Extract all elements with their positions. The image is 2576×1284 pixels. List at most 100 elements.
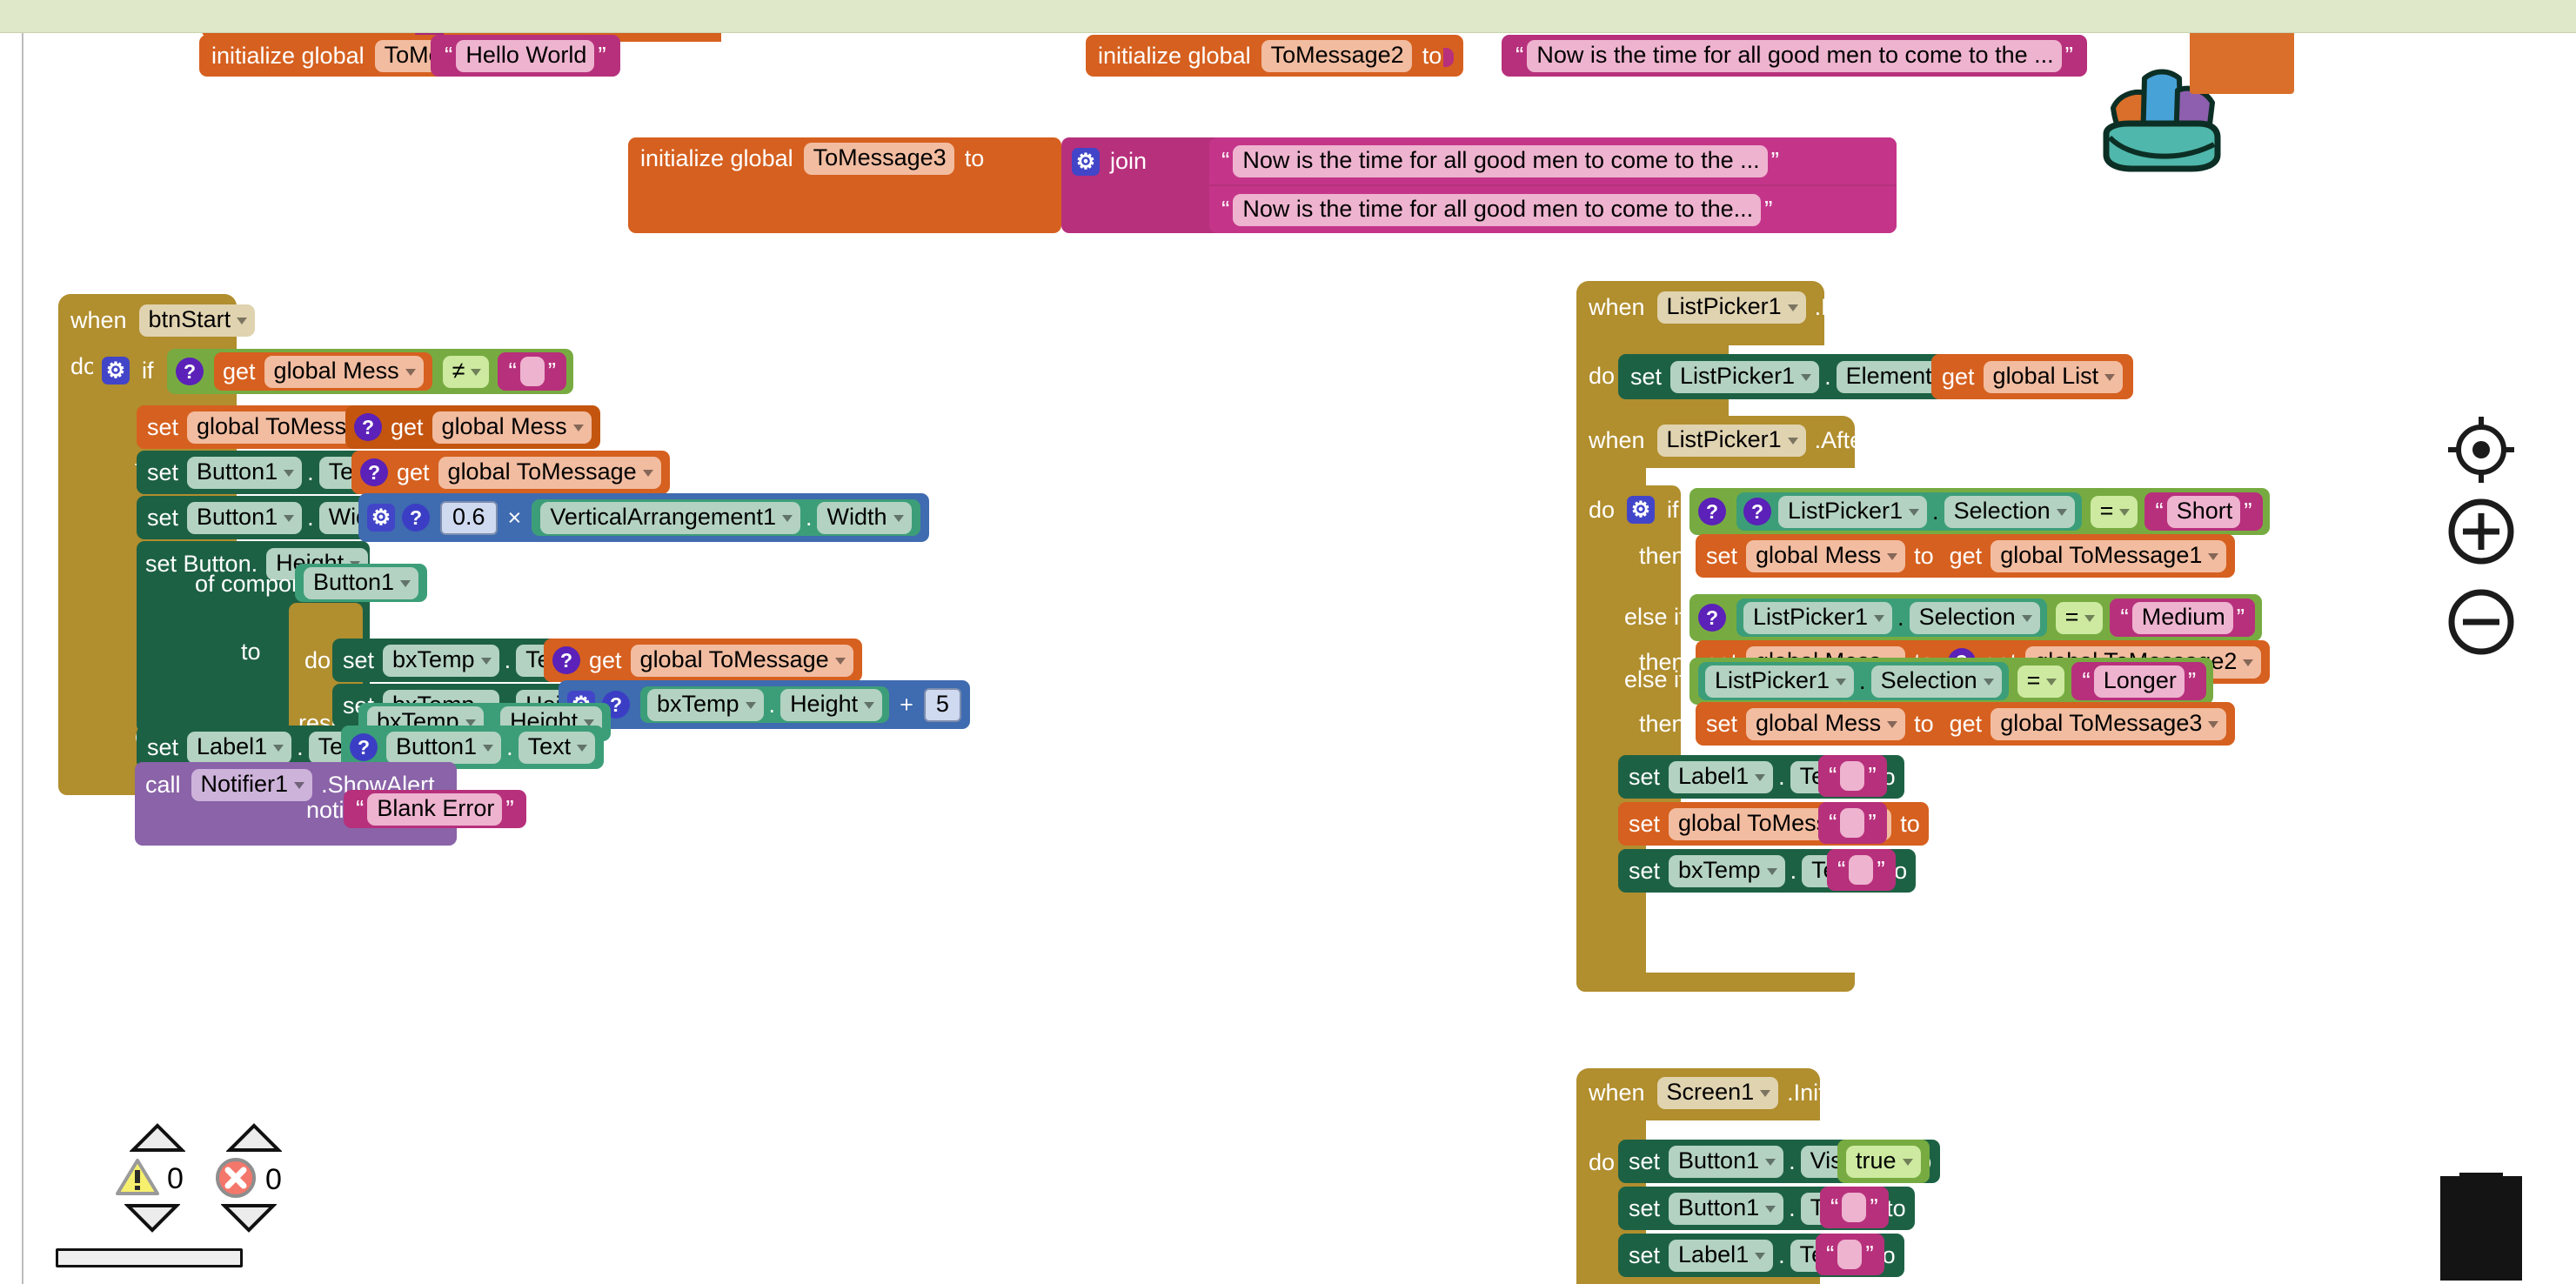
- tail-empty-text-1[interactable]: “ ”: [1818, 755, 1887, 797]
- scroll-down-arrow-icon[interactable]: [124, 1202, 180, 1235]
- boolean-true-block[interactable]: true: [1837, 1140, 1930, 1183]
- blocks-workspace-canvas[interactable]: initialize global ToMessage1 to “ Hello …: [22, 33, 2576, 1284]
- variable-dropdown[interactable]: global ToMessage: [631, 645, 853, 677]
- component-getter-block[interactable]: bxTemp . Height: [640, 686, 889, 723]
- global-name-field[interactable]: ToMessage3: [804, 143, 954, 175]
- text-value-field[interactable]: Blank Error: [367, 793, 502, 826]
- text-value-field[interactable]: [520, 357, 545, 386]
- help-icon[interactable]: ?: [360, 458, 388, 486]
- component-dropdown[interactable]: btnStart: [139, 304, 256, 337]
- text-value-field[interactable]: Short: [2167, 496, 2241, 528]
- component-dropdown[interactable]: ListPicker1: [1670, 361, 1819, 393]
- text-value-field[interactable]: Now is the time for all good men to come…: [1527, 40, 2061, 72]
- text-value-field[interactable]: Longer: [2094, 665, 2185, 698]
- if-mutator-gear-icon[interactable]: [1627, 496, 1655, 524]
- empty-text-block[interactable]: “ ”: [498, 352, 566, 391]
- text-value-field[interactable]: [1849, 855, 1873, 885]
- component-dropdown[interactable]: Button1: [1669, 1146, 1783, 1178]
- text-value-field[interactable]: [1837, 1240, 1862, 1269]
- variable-dropdown[interactable]: global Mess: [1746, 540, 1905, 572]
- init-global-tomessage1-block[interactable]: initialize global ToMessage1 to “ Hello …: [199, 35, 577, 77]
- help-icon[interactable]: ?: [402, 504, 430, 532]
- component-dropdown[interactable]: Button1: [187, 457, 302, 489]
- variable-dropdown[interactable]: global Mess: [264, 356, 424, 388]
- scroll-up-arrow-icon[interactable]: [130, 1120, 185, 1154]
- help-icon[interactable]: ?: [176, 358, 204, 385]
- trash-can-icon[interactable]: [2425, 1173, 2538, 1284]
- condition-branch-1[interactable]: ? ? ListPicker1 . Selection = “ Short ”: [1689, 488, 2270, 535]
- variable-dropdown[interactable]: global ToMessage3: [1991, 708, 2226, 740]
- compare-text-block[interactable]: “ Longer ”: [2071, 662, 2206, 700]
- property-dropdown[interactable]: Text: [519, 732, 596, 764]
- help-icon[interactable]: ?: [1743, 498, 1771, 525]
- number-field[interactable]: 0.6: [440, 501, 498, 535]
- component-dropdown[interactable]: Notifier1: [191, 769, 313, 801]
- compare-text-block[interactable]: “ Medium ”: [2110, 599, 2255, 637]
- tail-empty-text-3[interactable]: “ ”: [1827, 849, 1896, 891]
- variable-dropdown[interactable]: global ToMessage1: [1991, 540, 2226, 572]
- init-global-tomessage2-block[interactable]: initialize global ToMessage2 to “ Now is…: [1086, 35, 1463, 77]
- horizontal-scrollbar[interactable]: [56, 1248, 243, 1267]
- then-set-global-mess-3[interactable]: set global Mess to get global ToMessage3: [1696, 702, 2235, 746]
- help-icon[interactable]: ?: [552, 646, 580, 674]
- operator-dropdown[interactable]: =: [2017, 665, 2065, 698]
- init-global-tomessage3-block[interactable]: initialize global ToMessage3 to join “ N…: [628, 137, 1061, 233]
- text-value-field[interactable]: [1842, 1193, 1866, 1222]
- scroll-up-arrow-icon[interactable]: [226, 1120, 282, 1154]
- when-screen1-initialize-block[interactable]: when Screen1 .Initialize do set Button1 …: [1576, 1068, 1820, 1120]
- scroll-down-arrow-icon[interactable]: [221, 1202, 277, 1235]
- text-value-field[interactable]: [1840, 761, 1864, 791]
- component-dropdown[interactable]: ListPicker1: [1778, 496, 1927, 528]
- tail-empty-text-2[interactable]: “ ”: [1818, 802, 1887, 844]
- when-btnstart-click-block[interactable]: when btnStart .Click do if then else ? g…: [58, 294, 237, 774]
- component-dropdown[interactable]: Screen1: [1657, 1077, 1779, 1109]
- number-field[interactable]: 5: [924, 688, 961, 722]
- boolean-dropdown[interactable]: true: [1846, 1146, 1921, 1178]
- variable-dropdown[interactable]: global List: [1984, 361, 2124, 393]
- property-dropdown[interactable]: Height: [780, 689, 882, 721]
- variable-dropdown[interactable]: global Mess: [432, 411, 592, 444]
- operator-dropdown[interactable]: ≠: [443, 356, 490, 388]
- text-value-field[interactable]: Medium: [2132, 602, 2233, 634]
- component-block-button1[interactable]: Button1: [295, 564, 427, 602]
- get-global-list-block[interactable]: get global List: [1931, 354, 2133, 399]
- zoom-in-icon[interactable]: [2444, 494, 2519, 569]
- help-icon[interactable]: ?: [350, 733, 378, 761]
- text-value-field[interactable]: Hello World: [456, 40, 594, 72]
- notice-text-block[interactable]: “ Blank Error ”: [344, 790, 526, 828]
- get-global-tomessage-block[interactable]: ? get global ToMessage: [351, 451, 670, 494]
- condition-branch-2[interactable]: ? ListPicker1 . Selection = “ Medium ”: [1689, 594, 2262, 641]
- component-dropdown[interactable]: Button1: [187, 502, 302, 534]
- listpicker-selection-getter[interactable]: ListPicker1 . Selection: [1736, 599, 2047, 637]
- variable-dropdown[interactable]: global ToMessage: [438, 457, 661, 489]
- text-value-field[interactable]: Now is the time for all good men to come…: [1233, 145, 1767, 177]
- join-arg-1-text-block[interactable]: “ Now is the time for all good men to co…: [1209, 137, 1897, 184]
- component-dropdown[interactable]: bxTemp: [647, 689, 764, 721]
- get-global-tomessage-block-2[interactable]: ? get global ToMessage: [544, 639, 862, 682]
- component-dropdown[interactable]: bxTemp: [1669, 855, 1785, 887]
- component-dropdown[interactable]: Label1: [187, 732, 291, 764]
- init-empty-text-2[interactable]: “ ”: [1816, 1234, 1884, 1275]
- component-dropdown[interactable]: Label1: [1669, 761, 1773, 793]
- property-dropdown[interactable]: Selection: [1871, 665, 2002, 698]
- operator-dropdown[interactable]: =: [2056, 602, 2104, 634]
- listpicker-selection-getter[interactable]: ? ListPicker1 . Selection: [1736, 492, 2082, 531]
- component-dropdown[interactable]: bxTemp: [383, 645, 499, 677]
- property-dropdown[interactable]: Selection: [1944, 496, 2075, 528]
- component-getter-block[interactable]: VerticalArrangement1 . Width: [532, 499, 920, 536]
- component-dropdown[interactable]: Button1: [386, 732, 501, 764]
- when-listpicker1-beforepicking-block[interactable]: when ListPicker1 .BeforePicking do set L…: [1576, 281, 1824, 345]
- component-dropdown[interactable]: ListPicker1: [1743, 602, 1892, 634]
- add-block[interactable]: ? bxTemp . Height + 5: [559, 680, 970, 729]
- get-global-mess-block[interactable]: get global Mess: [214, 352, 432, 391]
- join-arg-2-text-block[interactable]: “ Now is the time for all good men to co…: [1209, 186, 1897, 233]
- help-icon[interactable]: ?: [1698, 498, 1726, 525]
- property-dropdown[interactable]: Width: [817, 502, 911, 534]
- property-dropdown[interactable]: Selection: [1910, 602, 2040, 634]
- component-dropdown[interactable]: Label1: [1669, 1240, 1773, 1272]
- condition-branch-3[interactable]: ListPicker1 . Selection = “ Longer ”: [1689, 658, 2213, 705]
- help-icon[interactable]: ?: [354, 413, 382, 441]
- text-string-block[interactable]: “ Now is the time for all good men to co…: [1502, 35, 2087, 77]
- help-icon[interactable]: ?: [1698, 604, 1726, 632]
- text-string-block[interactable]: “ Hello World ”: [431, 35, 620, 77]
